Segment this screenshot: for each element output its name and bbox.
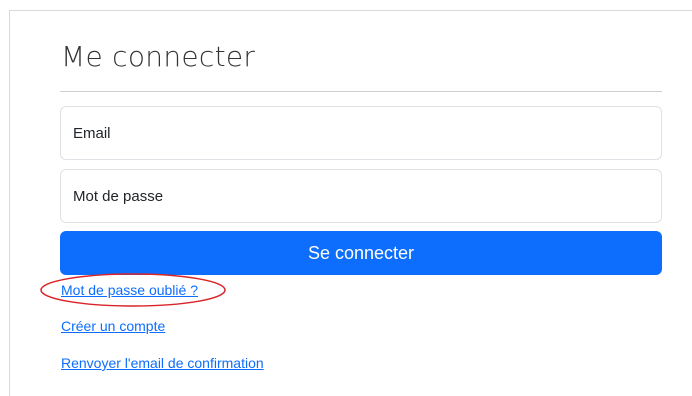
forgot-password-link[interactable]: Mot de passe oublié ? <box>61 282 198 298</box>
password-field[interactable] <box>60 169 662 223</box>
page-title: Me connecter <box>61 40 256 73</box>
title-divider <box>60 91 662 92</box>
resend-confirmation-link[interactable]: Renvoyer l'email de confirmation <box>61 355 264 371</box>
email-field[interactable] <box>60 106 662 160</box>
login-button[interactable]: Se connecter <box>60 231 662 275</box>
create-account-link[interactable]: Créer un compte <box>61 318 165 334</box>
